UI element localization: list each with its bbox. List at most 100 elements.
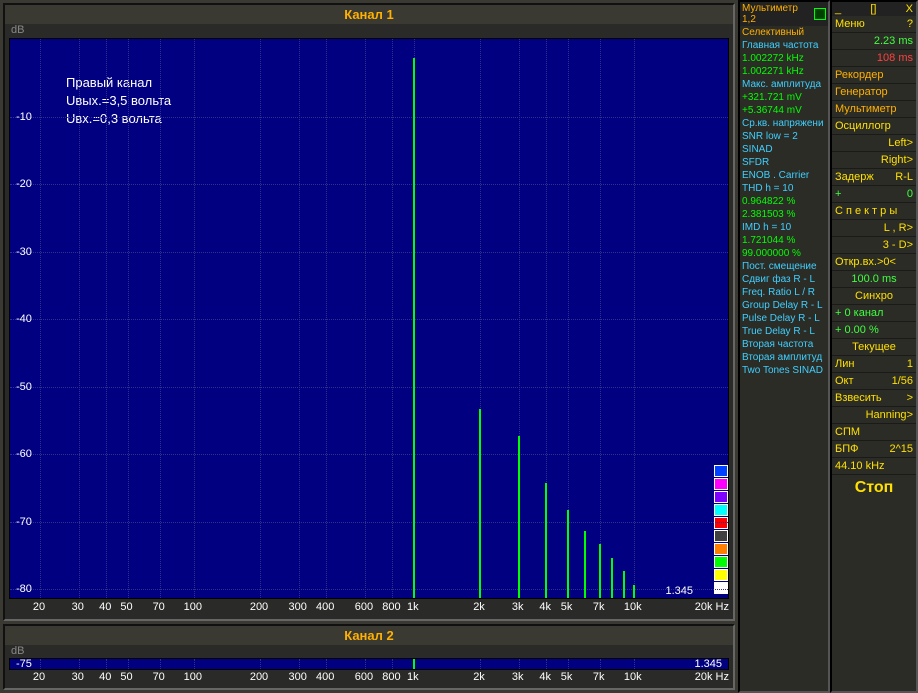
- menu-item[interactable]: Окт1/56: [832, 373, 916, 390]
- menu-item[interactable]: СПМ: [832, 424, 916, 441]
- menu-item[interactable]: + 0 канал: [832, 305, 916, 322]
- menu-item[interactable]: + 0.00 %: [832, 322, 916, 339]
- xtick: 3k: [512, 671, 524, 683]
- menu-item[interactable]: 3 - D>: [832, 237, 916, 254]
- menu-item[interactable]: Right>: [832, 152, 916, 169]
- xtick: 7k: [593, 671, 605, 683]
- multimeter-row[interactable]: 2.381503 %: [740, 208, 828, 221]
- menu-item[interactable]: Осциллогр: [832, 118, 916, 135]
- panel-channel-1: Канал 1 dB Правый канал Uвых.=3,5 вольта…: [3, 3, 735, 621]
- xtick: 4k: [539, 671, 551, 683]
- multimeter-row[interactable]: 1.721044 %: [740, 234, 828, 247]
- multimeter-row[interactable]: +321.721 mV: [740, 91, 828, 104]
- menu-item[interactable]: Рекордер: [832, 67, 916, 84]
- color-swatch[interactable]: [714, 569, 728, 581]
- ytick: -40: [16, 313, 32, 325]
- ytick: -30: [16, 246, 32, 258]
- xtick: 50: [120, 601, 132, 613]
- multimeter-row[interactable]: Ср.кв. напряжени: [740, 117, 828, 130]
- xtick: 20: [33, 601, 45, 613]
- multimeter-row[interactable]: SFDR: [740, 156, 828, 169]
- multimeter-header[interactable]: Мультиметр 1,2: [740, 2, 828, 26]
- color-swatch[interactable]: [714, 543, 728, 555]
- multimeter-row[interactable]: Freq. Ratio L / R: [740, 286, 828, 299]
- color-swatch[interactable]: [714, 504, 728, 516]
- multimeter-row[interactable]: Group Delay R - L: [740, 299, 828, 312]
- multimeter-row[interactable]: ENOB . Carrier: [740, 169, 828, 182]
- multimeter-row[interactable]: THD h = 10: [740, 182, 828, 195]
- color-swatch[interactable]: [714, 582, 728, 594]
- right-column: Мультиметр 1,2 СелективныйГлавная частот…: [738, 0, 918, 693]
- win-close-icon[interactable]: X: [906, 3, 913, 15]
- panel-channel-2: Канал 2 dB -75 1.345 20k Hz 203040507010…: [3, 624, 735, 690]
- multimeter-row[interactable]: Пост. смещение: [740, 260, 828, 273]
- color-swatch[interactable]: [714, 478, 728, 490]
- menu-label: Меню: [835, 17, 865, 31]
- menu-item[interactable]: +0: [832, 186, 916, 203]
- color-swatch[interactable]: [714, 530, 728, 542]
- spectrum-peak: [611, 558, 613, 599]
- menu-item[interactable]: Текущее: [832, 339, 916, 356]
- menu-item[interactable]: Генератор: [832, 84, 916, 101]
- multimeter-row[interactable]: 0.964822 %: [740, 195, 828, 208]
- multimeter-row[interactable]: 99.000000 %: [740, 247, 828, 260]
- menu-item[interactable]: 44.10 kHz: [832, 458, 916, 475]
- xtick: 3k: [512, 601, 524, 613]
- multimeter-row[interactable]: 1.002271 kHz: [740, 65, 828, 78]
- multimeter-row[interactable]: 1.002272 kHz: [740, 52, 828, 65]
- panel2-title: Канал 2: [5, 626, 733, 645]
- menu-item[interactable]: Откр.вх.>0<: [832, 254, 916, 271]
- panel2-xunit: 20k Hz: [695, 671, 729, 683]
- win-min-icon[interactable]: _: [835, 3, 841, 15]
- color-swatch[interactable]: [714, 465, 728, 477]
- multimeter-row[interactable]: Главная частота: [740, 39, 828, 52]
- xtick: 200: [250, 601, 268, 613]
- multimeter-row[interactable]: Макс. амплитуда: [740, 78, 828, 91]
- xtick: 40: [99, 601, 111, 613]
- multimeter-row[interactable]: SNR low = 2: [740, 130, 828, 143]
- menu-item[interactable]: Left>: [832, 135, 916, 152]
- menu-item[interactable]: L , R>: [832, 220, 916, 237]
- multimeter-row[interactable]: Вторая частота: [740, 338, 828, 351]
- multimeter-row[interactable]: Сдвиг фаз R - L: [740, 273, 828, 286]
- menu-item[interactable]: Мультиметр: [832, 101, 916, 118]
- win-max-icon[interactable]: []: [870, 3, 876, 15]
- spectrum-peak: [545, 483, 547, 598]
- color-swatch[interactable]: [714, 517, 728, 529]
- xtick: 4k: [539, 601, 551, 613]
- help-icon[interactable]: ?: [907, 17, 913, 31]
- multimeter-row[interactable]: IMD h = 10: [740, 221, 828, 234]
- xtick: 40: [99, 671, 111, 683]
- multimeter-row[interactable]: Pulse Delay R - L: [740, 312, 828, 325]
- ytick: -70: [16, 516, 32, 528]
- panel2-xaxis: 20k Hz 20304050701002003004006008001k2k3…: [9, 671, 729, 687]
- menu-item[interactable]: Лин1: [832, 356, 916, 373]
- menu-item[interactable]: 100.0 ms: [832, 271, 916, 288]
- menu-item[interactable]: Синхро: [832, 288, 916, 305]
- panel2-header: dB: [5, 645, 733, 657]
- xtick: 600: [355, 671, 373, 683]
- spectrum-plot-2[interactable]: -75 1.345: [9, 658, 729, 670]
- xtick: 800: [382, 671, 400, 683]
- multimeter-row[interactable]: Two Tones SINAD: [740, 364, 828, 377]
- menu-item[interactable]: ЗадержR-L: [832, 169, 916, 186]
- multimeter-row[interactable]: Селективный: [740, 26, 828, 39]
- multimeter-row[interactable]: Вторая амплитуд: [740, 351, 828, 364]
- menu-item[interactable]: Hanning>: [832, 407, 916, 424]
- menu-item[interactable]: БПФ2^15: [832, 441, 916, 458]
- multimeter-row[interactable]: +5.36744 mV: [740, 104, 828, 117]
- multimeter-title: Мультиметр 1,2: [742, 3, 814, 25]
- xtick: 30: [72, 671, 84, 683]
- xtick: 800: [382, 601, 400, 613]
- xtick: 600: [355, 601, 373, 613]
- color-swatch[interactable]: [714, 491, 728, 503]
- stop-button[interactable]: Стоп: [832, 475, 916, 501]
- spectrum-plot-1[interactable]: Правый канал Uвых.=3,5 вольта Uвх.=0,3 в…: [9, 38, 729, 599]
- menu-item[interactable]: Взвесить>: [832, 390, 916, 407]
- multimeter-row[interactable]: SINAD: [740, 143, 828, 156]
- menu-head-row[interactable]: Меню ?: [832, 16, 916, 33]
- multimeter-row[interactable]: True Delay R - L: [740, 325, 828, 338]
- menu-item[interactable]: С п е к т р ы: [832, 203, 916, 220]
- color-swatch[interactable]: [714, 556, 728, 568]
- panel1-header: dB: [5, 24, 733, 36]
